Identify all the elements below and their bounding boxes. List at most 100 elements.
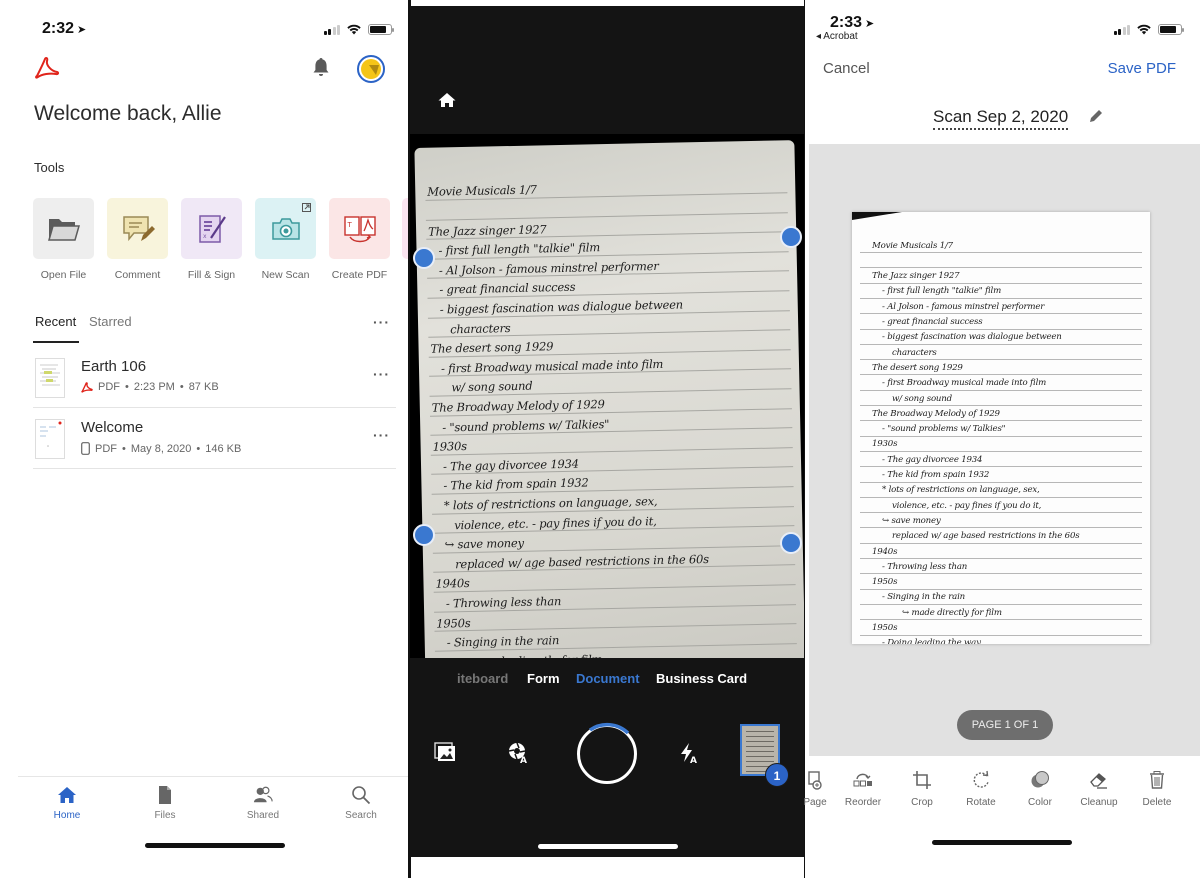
nav-shared[interactable]: Shared (228, 785, 298, 821)
cancel-button[interactable]: Cancel (823, 60, 870, 77)
nav-search[interactable]: Search (326, 785, 396, 821)
mode-document[interactable]: Document (576, 671, 640, 686)
flash-auto-icon[interactable]: A (678, 742, 700, 764)
nav-files[interactable]: Files (130, 785, 200, 821)
tool-tile (33, 198, 94, 259)
tool-open-file[interactable]: Open File (33, 198, 94, 281)
crop-handle-bottom-right[interactable] (780, 532, 802, 554)
ruled-line (860, 512, 1142, 514)
tool-comment[interactable]: Comment (107, 198, 168, 281)
comment-icon (122, 215, 155, 241)
file-more-options-button[interactable]: ··· (373, 366, 390, 382)
ruled-line (860, 450, 1142, 452)
home-indicator-bar[interactable] (932, 840, 1072, 845)
ruled-line (860, 389, 1142, 391)
handwritten-line: The desert song 1929 (872, 362, 963, 373)
location-icon: ➤ (865, 18, 875, 30)
user-avatar[interactable] (357, 55, 385, 83)
nav-label: Shared (246, 810, 280, 821)
mode-whiteboard[interactable]: iteboard (457, 671, 508, 686)
handwritten-line: characters (892, 347, 937, 358)
ruled-line (860, 619, 1142, 621)
handwritten-line: - Al Jolson - famous minstrel performer (882, 301, 1045, 312)
camera-icon (271, 217, 300, 240)
notifications-bell-icon[interactable] (312, 57, 330, 77)
recent-starred-tabs: Recent Starred ··· (33, 312, 396, 344)
handwritten-line: w/ song sound (892, 393, 952, 404)
save-pdf-button[interactable]: Save PDF (1108, 60, 1176, 77)
tool-cleanup[interactable]: Cleanup (1069, 770, 1129, 808)
handwritten-line: - Throwing less than (445, 593, 562, 611)
handwritten-line: The Broadway Melody of 1929 (872, 408, 1000, 419)
ruled-line (860, 405, 1142, 406)
gallery-icon[interactable] (434, 742, 456, 764)
page-indicator: PAGE 1 OF 1 (957, 710, 1053, 740)
create-pdf-icon: T (343, 215, 376, 242)
home-indicator-bar[interactable] (538, 844, 678, 849)
tool-label: Fill & Sign (187, 269, 236, 281)
edit-tool-label: Rotate (966, 797, 996, 808)
file-row-earth-106[interactable]: Earth 106 PDF • 2:23 PM • 87 KB ··· (33, 348, 396, 408)
mode-form[interactable]: Form (527, 671, 560, 686)
tool-new-scan[interactable]: New Scan (255, 198, 316, 281)
nav-label: Search (345, 810, 377, 821)
svg-text:A: A (690, 756, 697, 764)
nav-label: Files (154, 810, 176, 821)
crop-handle-top-left[interactable] (413, 247, 435, 269)
capture-progress-arc (588, 722, 630, 735)
back-to-acrobat-link[interactable]: ◂ Acrobat (816, 31, 858, 42)
thumbnail-line (746, 731, 774, 732)
tool-crop[interactable]: Crop (892, 770, 952, 808)
file-more-options-button[interactable]: ··· (373, 427, 390, 443)
ruled-line (860, 267, 1142, 269)
file-row-welcome[interactable]: Welcome PDF • May 8, 2020 • 146 KB ··· (33, 409, 396, 469)
handwritten-line: - first Broadway musical made into film (882, 378, 1047, 389)
tool-label: Create PDF (331, 269, 388, 281)
acrobat-icon (81, 381, 93, 393)
system-icons (1113, 23, 1184, 35)
tool-delete[interactable]: Delete (1127, 770, 1187, 808)
ruled-line (860, 603, 1142, 605)
handwritten-line: - great financial success (882, 317, 983, 328)
list-more-options-button[interactable]: ··· (373, 314, 390, 330)
signal-icon (1113, 24, 1130, 35)
ruled-line (860, 252, 1142, 253)
tool-tile: T (329, 198, 390, 259)
auto-capture-icon[interactable]: A (508, 742, 530, 764)
captured-notebook-page: Movie Musicals 1/7 The Jazz singer 1927 - … (414, 140, 805, 658)
tool-color[interactable]: Color (1010, 770, 1070, 808)
home-indicator-bar[interactable] (145, 843, 285, 848)
tool-create-pdf[interactable]: T Create PDF (329, 198, 390, 281)
edit-title-pencil-icon[interactable] (1088, 108, 1104, 124)
tab-recent[interactable]: Recent (35, 314, 76, 329)
ruled-line (860, 481, 1142, 483)
scanned-page-preview[interactable]: Movie Musicals 1/7 The Jazz singer 1927 - … (852, 212, 1150, 644)
tool-fill-sign[interactable]: x Fill & Sign (181, 198, 242, 281)
nav-home[interactable]: Home (32, 785, 102, 821)
home-icon[interactable] (438, 92, 456, 108)
eraser-icon (1090, 773, 1107, 789)
scan-review-screen: 2:33 ➤ ◂ Acrobat Cancel Save PDF Scan Sep… (803, 0, 1200, 878)
tools-heading: Tools (34, 160, 65, 175)
camera-viewfinder[interactable]: Movie Musicals 1/7 The Jazz singer 1927 - … (410, 134, 805, 658)
mode-business-card[interactable]: Business Card (656, 671, 747, 686)
bottom-navigation: Home Files Shared Search (18, 776, 410, 836)
handwritten-line: - biggest fascination was dialogue betwe… (882, 332, 1062, 343)
handwritten-line: The Jazz singer 1927 (872, 271, 960, 282)
crop-handle-top-right[interactable] (780, 226, 802, 248)
tool-label: New Scan (261, 269, 310, 281)
tool-label: Open File (40, 269, 87, 281)
document-title[interactable]: Scan Sep 2, 2020 (933, 107, 1069, 130)
tab-starred[interactable]: Starred (89, 314, 132, 329)
handwritten-line: 1940s (435, 576, 470, 591)
tool-reorder[interactable]: Reorder (833, 770, 893, 808)
fill-sign-icon: x (198, 214, 226, 243)
wifi-icon (1137, 24, 1151, 35)
svg-text:T: T (346, 221, 352, 229)
status-bar: 2:32 ➤ (0, 20, 410, 40)
crop-handle-bottom-left[interactable] (413, 524, 435, 546)
handwritten-line: 1930s (432, 439, 467, 454)
home-screen: 2:32 ➤ Welcome back, Allie Tools Open Fil… (0, 0, 410, 878)
tool-rotate[interactable]: Rotate (951, 770, 1011, 808)
ruled-line (860, 496, 1142, 498)
